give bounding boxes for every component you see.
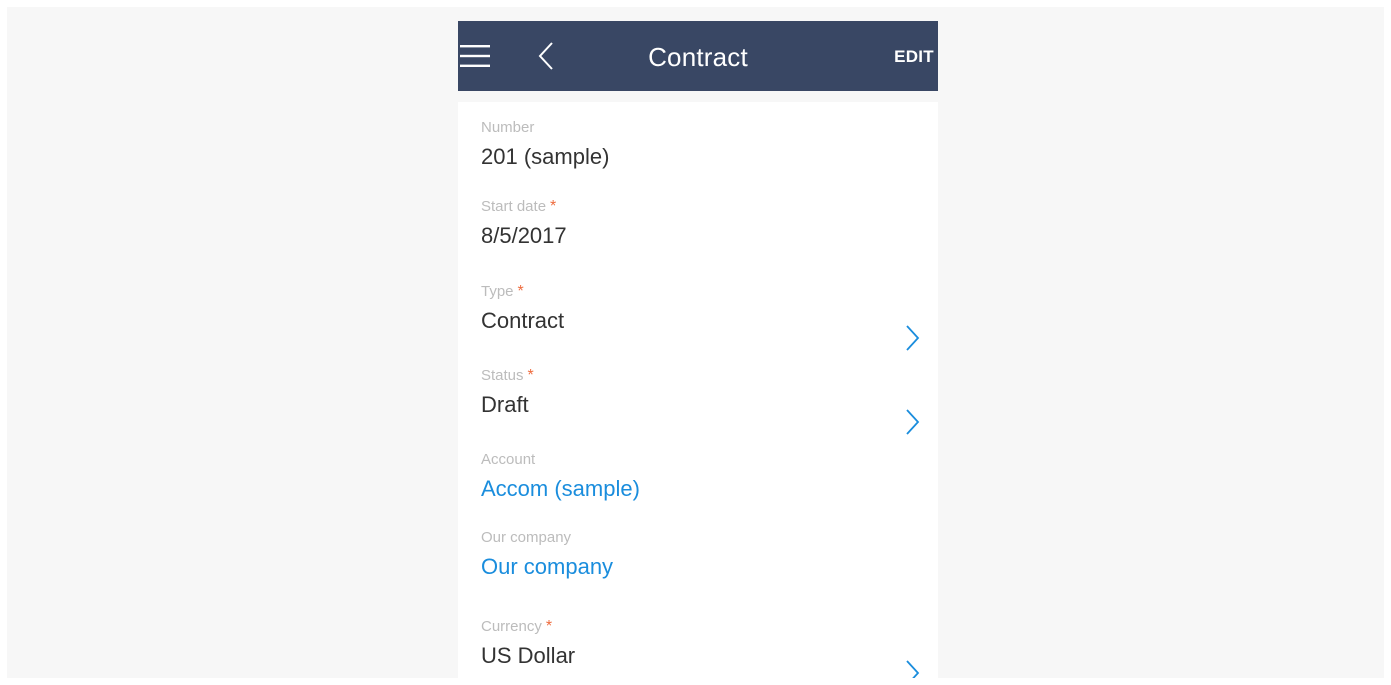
start-date-value[interactable]: 8/5/2017 bbox=[481, 220, 921, 252]
account-field: Account Accom (sample) bbox=[481, 450, 921, 505]
type-value[interactable]: Contract bbox=[481, 305, 921, 337]
type-label: Type * bbox=[481, 283, 524, 300]
our-company-label: Our company bbox=[481, 529, 572, 546]
number-label: Number bbox=[481, 119, 535, 136]
required-marker: * bbox=[527, 367, 534, 384]
status-label: Status * bbox=[481, 367, 534, 384]
number-value: 201 (sample) bbox=[481, 144, 610, 169]
account-label: Account bbox=[481, 451, 536, 468]
currency-label: Currency * bbox=[481, 618, 553, 635]
account-link[interactable]: Accom (sample) bbox=[481, 473, 921, 505]
number-field: Number 201 (sample) bbox=[481, 118, 921, 173]
page-title: Contract bbox=[648, 42, 748, 72]
chevron-left-icon[interactable] bbox=[536, 41, 556, 71]
currency-value[interactable]: US Dollar bbox=[481, 640, 921, 672]
required-marker: * bbox=[517, 283, 524, 300]
hamburger-menu-icon[interactable] bbox=[460, 43, 490, 69]
start-date-field: Start date * 8/5/2017 bbox=[481, 197, 921, 252]
mobile-app-frame: Contract EDIT Number 201 (sample) Start … bbox=[458, 21, 938, 678]
chevron-right-icon[interactable] bbox=[904, 324, 920, 352]
chevron-right-icon[interactable] bbox=[904, 408, 920, 436]
start-date-label: Start date * bbox=[481, 198, 557, 215]
chevron-right-icon[interactable] bbox=[904, 659, 920, 678]
app-header: Contract EDIT bbox=[458, 21, 938, 91]
status-field[interactable]: Status * Draft bbox=[481, 366, 921, 421]
our-company-field: Our company Our company bbox=[481, 528, 921, 583]
our-company-link[interactable]: Our company bbox=[481, 551, 921, 583]
type-field[interactable]: Type * Contract bbox=[481, 282, 921, 337]
contract-details-card: Number 201 (sample) Start date * 8/5/2017… bbox=[458, 102, 938, 678]
status-value[interactable]: Draft bbox=[481, 389, 921, 421]
currency-field[interactable]: Currency * US Dollar bbox=[481, 617, 921, 672]
edit-button[interactable]: EDIT bbox=[894, 21, 934, 91]
required-marker: * bbox=[550, 198, 557, 215]
required-marker: * bbox=[545, 618, 553, 635]
